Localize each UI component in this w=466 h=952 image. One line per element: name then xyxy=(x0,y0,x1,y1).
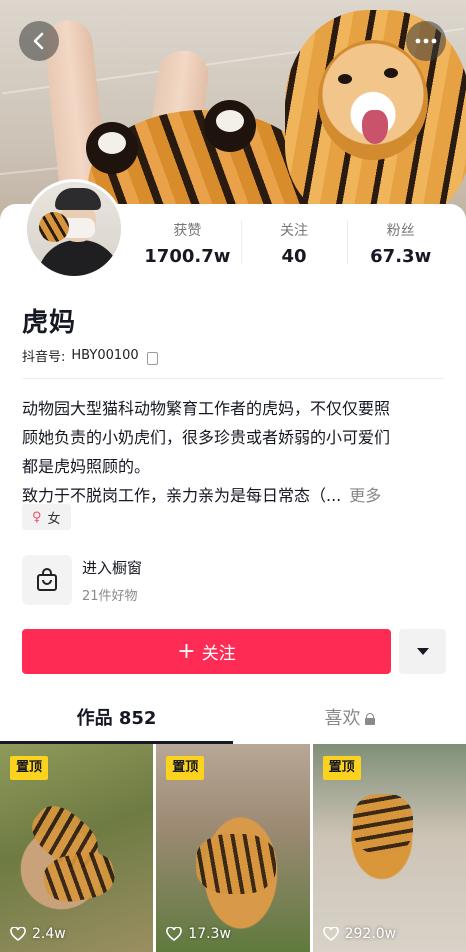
divider xyxy=(22,378,444,379)
douyin-id-label: 抖音号: xyxy=(22,350,66,365)
copy-icon[interactable] xyxy=(146,348,162,365)
female-icon: ♀ xyxy=(32,509,42,525)
avatar[interactable] xyxy=(24,179,124,279)
tiger-ear xyxy=(204,100,256,152)
video-grid: 置顶 2.4w 置顶 17.3w 置顶 292.0w xyxy=(0,744,466,952)
more-button[interactable] xyxy=(406,21,446,61)
bio-line: 动物园大型猫科动物繁育工作者的虎妈，不仅仅要照 xyxy=(22,399,391,418)
recommend-dropdown-button[interactable] xyxy=(399,629,446,674)
tab-likes[interactable]: 喜欢 xyxy=(233,700,466,744)
follow-label: 关注 xyxy=(201,644,236,664)
back-button[interactable] xyxy=(19,21,59,61)
tiger-ear xyxy=(86,122,138,174)
video-tile[interactable]: 置顶 17.3w xyxy=(156,744,310,952)
shop-entry[interactable]: 进入橱窗 21件好物 xyxy=(22,555,142,605)
profile-name: 虎妈 xyxy=(22,308,77,338)
likes-count: 2.4w xyxy=(32,926,66,942)
chevron-left-icon xyxy=(33,32,44,50)
tiger-eye xyxy=(338,74,352,84)
tiger-mouth xyxy=(362,110,388,144)
shop-icon-box xyxy=(22,555,72,605)
plus-icon: + xyxy=(177,638,196,664)
douyin-id: 抖音号: HBY00100 xyxy=(22,346,162,365)
bio-line: 顾她负责的小奶虎们，很多珍贵或者娇弱的小可爱们 xyxy=(22,428,391,447)
profile-stats: 获赞 1700.7w 关注 40 粉丝 67.3w xyxy=(134,214,454,274)
video-tile[interactable]: 置顶 2.4w xyxy=(0,744,154,952)
shopping-bag-icon xyxy=(37,568,57,591)
heart-icon xyxy=(10,927,26,941)
stat-following[interactable]: 关注 40 xyxy=(240,214,348,274)
pinned-badge: 置顶 xyxy=(10,756,49,780)
profile-bio: 动物园大型猫科动物繁育工作者的虎妈，不仅仅要照 顾她负责的小奶虎们，很多珍贵或者… xyxy=(22,394,446,510)
stat-likes[interactable]: 获赞 1700.7w xyxy=(134,214,241,274)
tiger-eye xyxy=(384,68,398,78)
video-likes: 2.4w xyxy=(10,926,66,942)
heart-icon xyxy=(166,927,183,941)
content-tabs: 作品 852 喜欢 xyxy=(0,700,466,744)
pinned-badge: 置顶 xyxy=(322,756,361,780)
stat-label: 粉丝 xyxy=(386,223,415,239)
stat-label: 获赞 xyxy=(173,223,202,239)
triangle-down-icon xyxy=(416,648,429,655)
tab-label: 作品 852 xyxy=(76,708,157,729)
pinned-badge: 置顶 xyxy=(166,756,205,780)
video-tile[interactable]: 置顶 292.0w xyxy=(312,744,466,952)
douyin-id-value: HBY00100 xyxy=(71,348,139,363)
shop-subtitle: 21件好物 xyxy=(82,588,138,604)
likes-count: 17.3w xyxy=(188,926,231,942)
tab-label: 喜欢 xyxy=(324,708,361,729)
bio-line: 都是虎妈照顾的。 xyxy=(22,457,151,476)
likes-count: 292.0w xyxy=(344,926,397,942)
stat-value: 67.3w xyxy=(370,246,432,267)
gender-label: 女 xyxy=(47,511,61,527)
lock-icon xyxy=(364,713,375,725)
more-dots-icon xyxy=(415,38,437,44)
stat-followers[interactable]: 粉丝 67.3w xyxy=(347,214,454,274)
follow-button[interactable]: + 关注 xyxy=(22,629,391,674)
stat-label: 关注 xyxy=(280,223,308,239)
video-likes: 292.0w xyxy=(322,926,397,942)
gender-tag: ♀ 女 xyxy=(22,504,71,530)
tab-works[interactable]: 作品 852 xyxy=(0,700,233,744)
video-likes: 17.3w xyxy=(166,926,231,942)
heart-icon xyxy=(322,927,339,941)
stat-value: 1700.7w xyxy=(144,246,231,267)
stat-value: 40 xyxy=(281,246,307,267)
shop-title: 进入橱窗 xyxy=(82,558,143,577)
bio-more-link[interactable]: 更多 xyxy=(349,481,381,510)
